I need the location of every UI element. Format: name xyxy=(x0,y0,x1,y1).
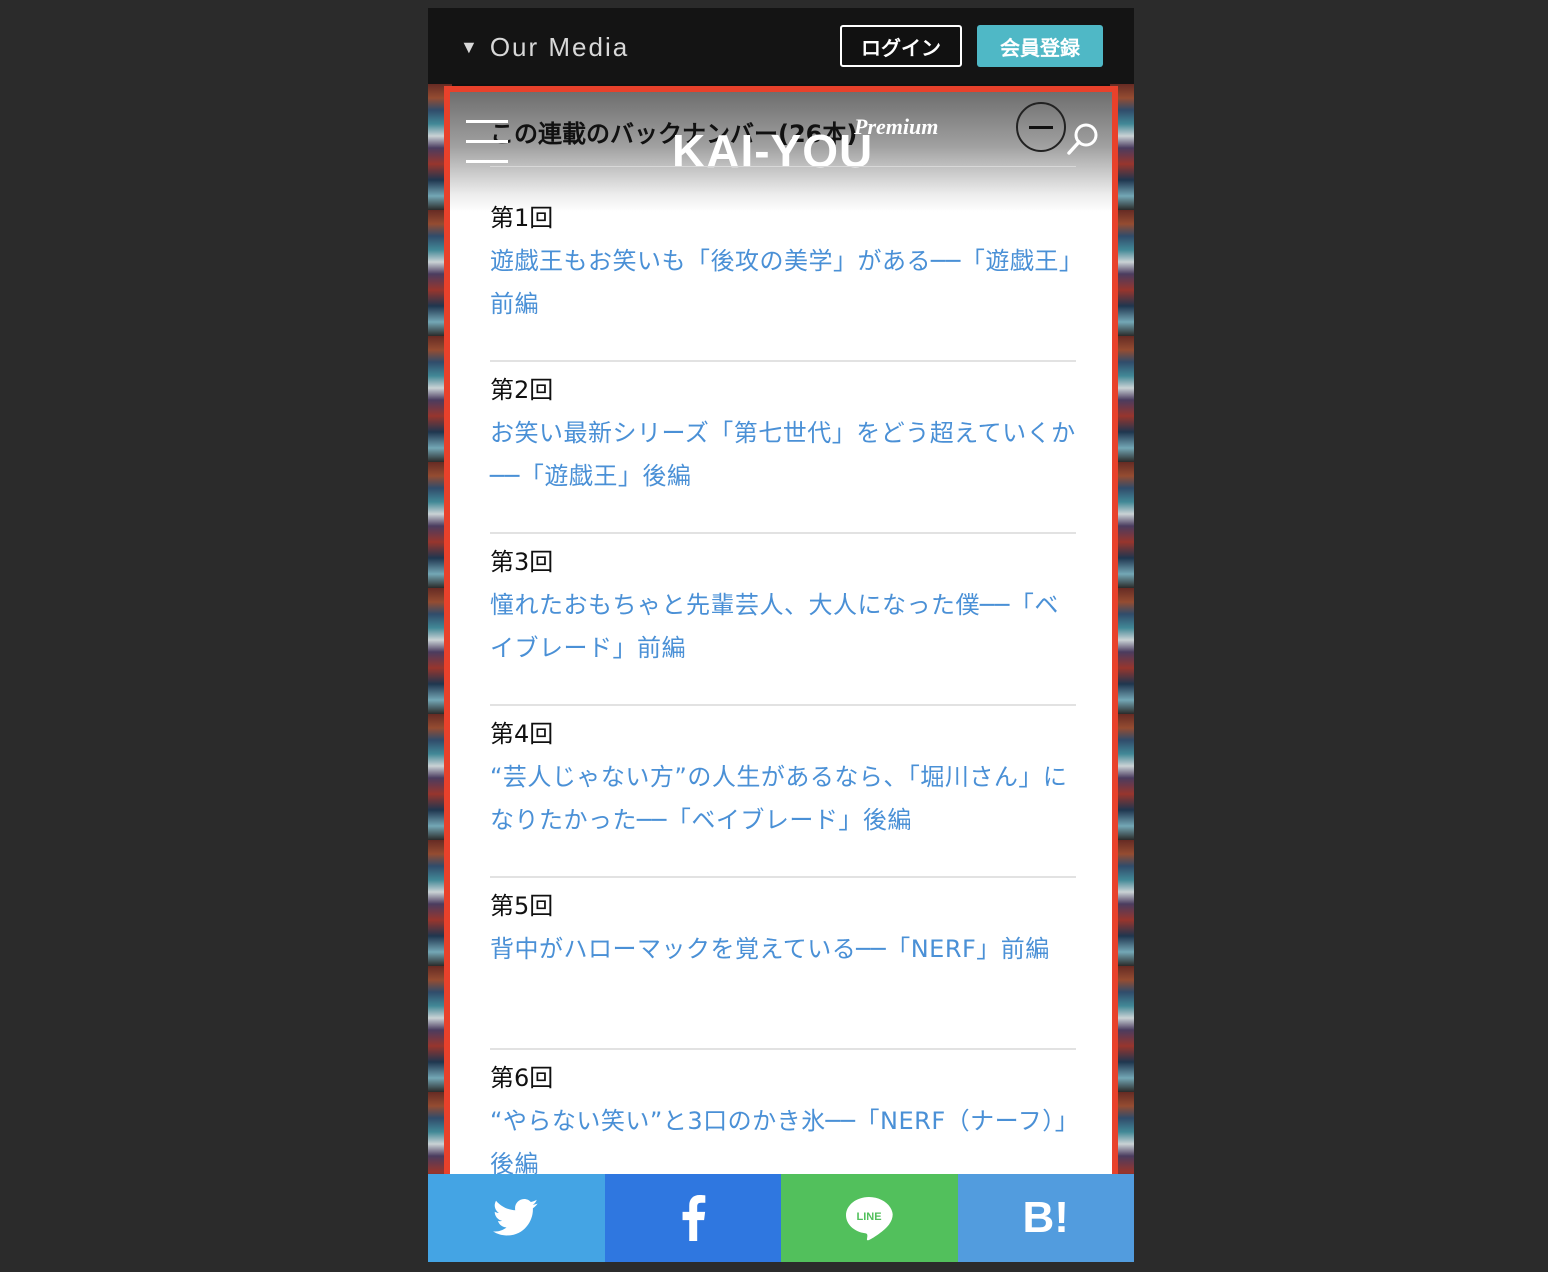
top-bar: ▼ Our Media ログイン 会員登録 xyxy=(428,8,1134,84)
premium-logo-text: Premium xyxy=(854,114,939,139)
backnumber-panel: この連載のバックナンバー(26本) KAI-YOU Premium 第1回 遊戯… xyxy=(444,86,1118,1180)
backnumber-list: 第1回 遊戯王もお笑いも「後攻の美学」がある──「遊戯王」前編 第2回 お笑い最… xyxy=(490,190,1076,1174)
login-button[interactable]: ログイン xyxy=(840,25,962,67)
episode-number: 第2回 xyxy=(490,376,554,404)
episode-title-link[interactable]: “芸人じゃない方”の人生があるなら、「堀川さん」になりたかった──「ベイブレード… xyxy=(490,756,1076,842)
episode-number: 第3回 xyxy=(490,548,554,576)
hamburger-menu-icon[interactable] xyxy=(466,120,508,168)
list-item[interactable]: 第4回 “芸人じゃない方”の人生があるなら、「堀川さん」になりたかった──「ベイ… xyxy=(490,706,1076,878)
episode-title-link[interactable]: 背中がハローマックを覚えている──「NERF」前編 xyxy=(490,928,1076,971)
divider xyxy=(490,166,1076,167)
list-item[interactable]: 第6回 “やらない笑い”と3口のかき氷──「NERF（ナーフ）」後編 xyxy=(490,1050,1076,1174)
site-logo[interactable]: KAI-YOU xyxy=(672,124,873,178)
line-share-button[interactable]: LINE xyxy=(781,1174,958,1262)
facebook-icon xyxy=(682,1195,706,1241)
share-bar: LINE B! xyxy=(428,1174,1134,1262)
search-icon[interactable] xyxy=(1066,122,1100,156)
list-item[interactable]: 第2回 お笑い最新シリーズ「第七世代」をどう超えていくか──「遊戯王」後編 xyxy=(490,362,1076,534)
episode-title-link[interactable]: 憧れたおもちゃと先輩芸人、大人になった僕──「ベイブレード」前編 xyxy=(490,584,1076,670)
our-media-label: Our Media xyxy=(489,32,630,62)
hatena-bookmark-icon: B! xyxy=(1022,1193,1069,1242)
facebook-share-button[interactable] xyxy=(604,1174,781,1262)
episode-title-link[interactable]: お笑い最新シリーズ「第七世代」をどう超えていくか──「遊戯王」後編 xyxy=(490,412,1076,498)
line-icon: LINE xyxy=(846,1197,893,1241)
episode-title-link[interactable]: “やらない笑い”と3口のかき氷──「NERF（ナーフ）」後編 xyxy=(490,1100,1076,1174)
episode-number: 第6回 xyxy=(490,1064,554,1092)
twitter-icon xyxy=(493,1199,539,1236)
register-button[interactable]: 会員登録 xyxy=(977,25,1103,67)
twitter-share-button[interactable] xyxy=(428,1174,605,1262)
episode-number: 第5回 xyxy=(490,892,554,920)
hatena-bookmark-button[interactable]: B! xyxy=(957,1174,1134,1262)
list-item[interactable]: 第1回 遊戯王もお笑いも「後攻の美学」がある──「遊戯王」前編 xyxy=(490,190,1076,362)
episode-title-link[interactable]: 遊戯王もお笑いも「後攻の美学」がある──「遊戯王」前編 xyxy=(490,240,1076,326)
list-item[interactable]: 第3回 憧れたおもちゃと先輩芸人、大人になった僕──「ベイブレード」前編 xyxy=(490,534,1076,706)
phone-screen: ▼ Our Media ログイン 会員登録 この連載のバックナンバー(26本) K… xyxy=(428,8,1134,1262)
list-item[interactable]: 第5回 背中がハローマックを覚えている──「NERF」前編 xyxy=(490,878,1076,1050)
episode-number: 第1回 xyxy=(490,204,554,232)
our-media-toggle[interactable]: ▼ Our Media xyxy=(460,32,629,63)
line-icon-label: LINE xyxy=(857,1211,882,1223)
episode-number: 第4回 xyxy=(490,720,554,748)
triangle-down-icon: ▼ xyxy=(460,37,480,57)
close-icon[interactable] xyxy=(1016,102,1066,152)
